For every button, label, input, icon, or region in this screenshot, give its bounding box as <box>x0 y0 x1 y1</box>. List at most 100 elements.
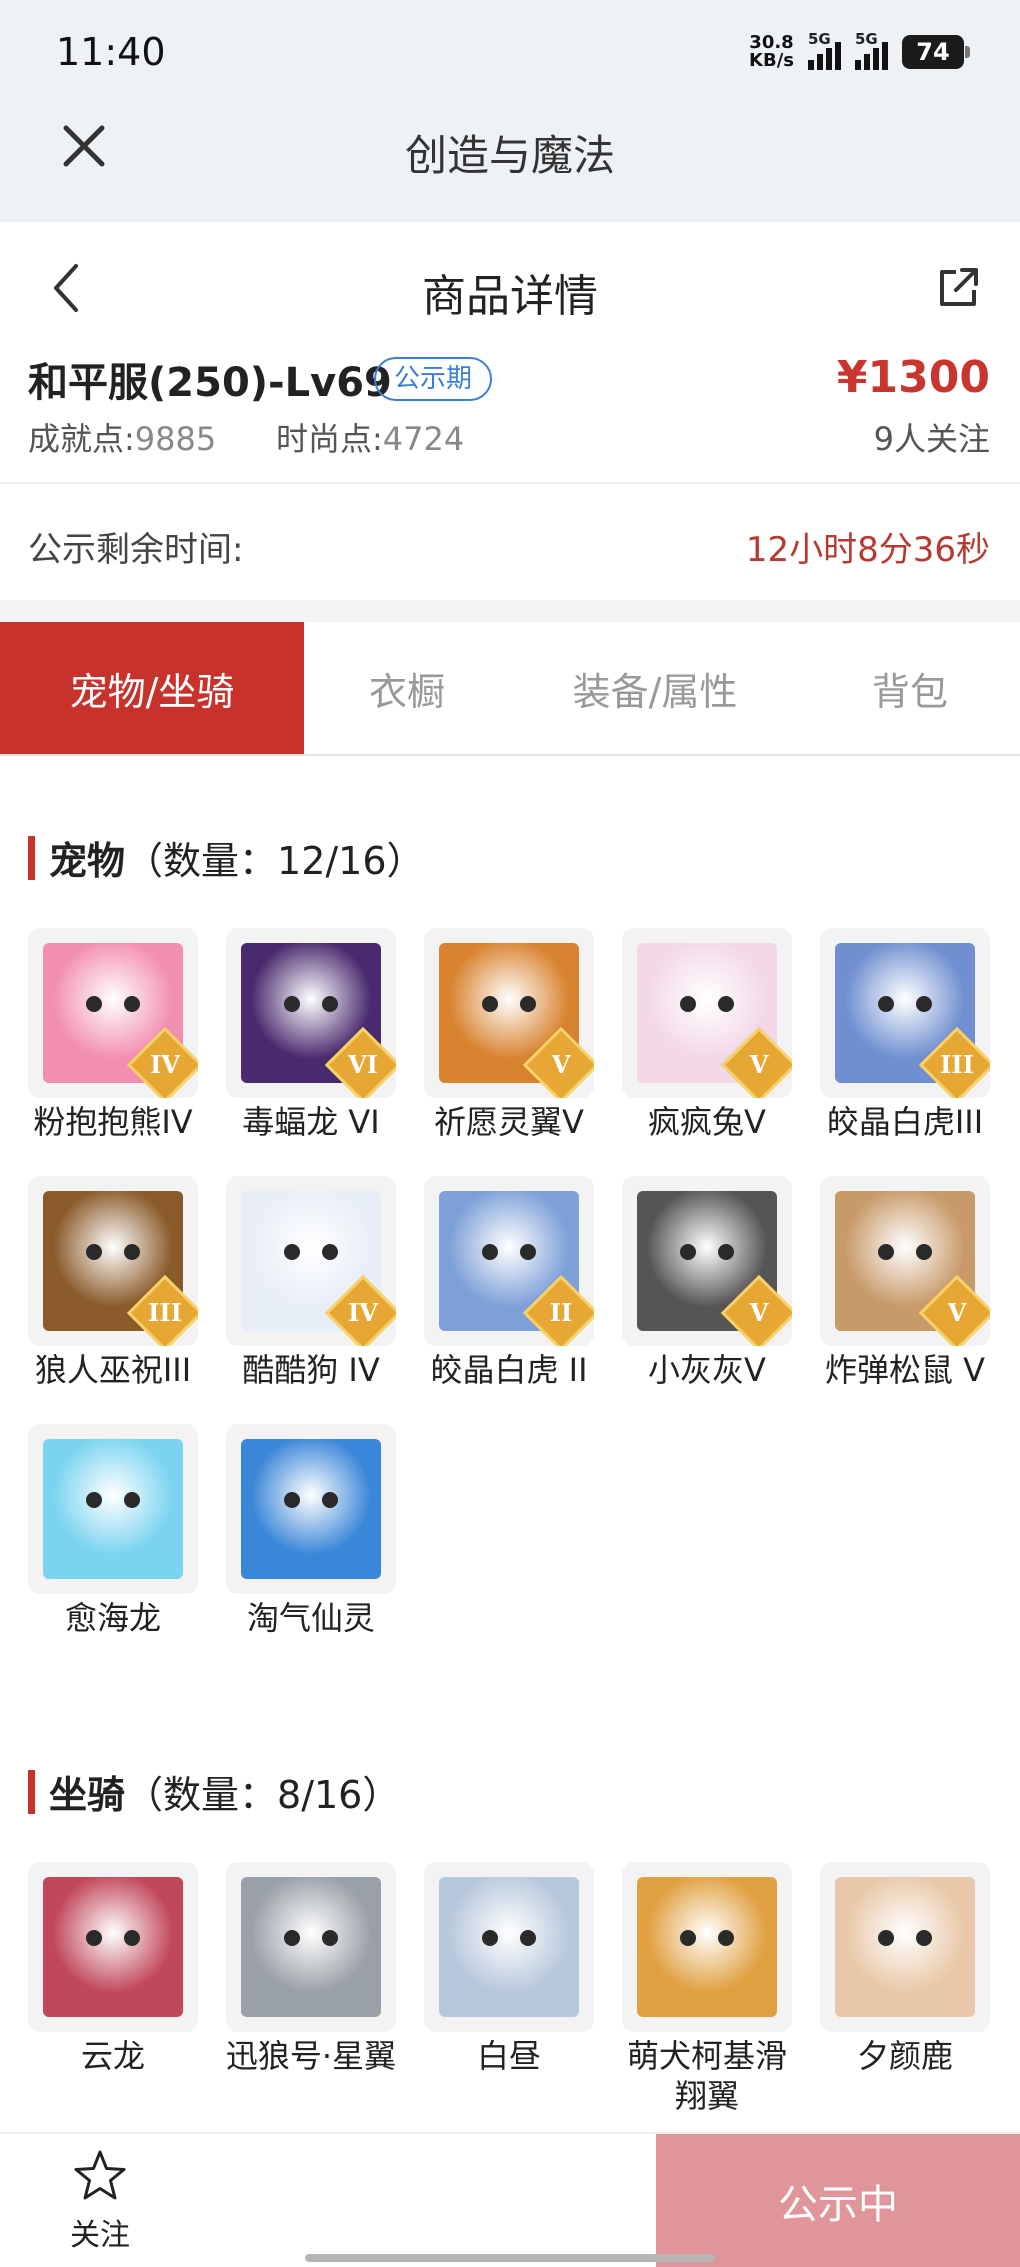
achievement-value: 9885 <box>134 420 217 458</box>
tab-backpack[interactable]: 背包 <box>800 622 1020 754</box>
mounts-title: 坐骑 <box>49 1773 126 1817</box>
item-thumbnail[interactable]: III <box>28 1176 198 1346</box>
pets-title: 宠物 <box>49 839 126 883</box>
item-thumbnail[interactable] <box>424 1862 594 2032</box>
grid-item[interactable]: III 狼人巫祝III <box>28 1176 198 1390</box>
item-thumbnail[interactable]: V <box>622 1176 792 1346</box>
grid-item[interactable]: V 祈愿灵翼V <box>424 928 594 1142</box>
notice-remaining-label: 公示剩余时间: <box>28 530 244 570</box>
grid-item[interactable]: V 疯疯兔V <box>622 928 792 1142</box>
item-name: 酷酷狗 IV <box>242 1351 380 1389</box>
share-button[interactable] <box>934 264 982 312</box>
item-name: 狼人巫祝III <box>34 1351 192 1389</box>
item-thumbnail[interactable]: VI <box>226 928 396 1098</box>
follower-count: 9人关注 <box>873 420 990 458</box>
item-image-face <box>78 1486 148 1528</box>
network-speed-unit: KB/s <box>749 50 794 71</box>
item-thumbnail[interactable]: V <box>424 928 594 1098</box>
signal-icon-2: 5G <box>855 30 888 70</box>
item-thumbnail[interactable]: IV <box>226 1176 396 1346</box>
item-image-face <box>78 1924 148 1966</box>
rank-label: II <box>549 1298 573 1327</box>
tab-equipment[interactable]: 装备/属性 <box>510 622 800 754</box>
item-image-face <box>474 1238 544 1280</box>
item-name: 淘气仙灵 <box>246 1599 375 1637</box>
item-name: 粉抱抱熊IV <box>33 1103 193 1141</box>
tab-pets-mounts[interactable]: 宠物/坐骑 <box>0 622 304 754</box>
product-price: ¥1300 <box>836 352 990 403</box>
item-name: 皎晶白虎 II <box>430 1351 588 1389</box>
grid-item[interactable]: II 皎晶白虎 II <box>424 1176 594 1390</box>
item-name: 祈愿灵翼V <box>434 1103 584 1141</box>
grid-item[interactable]: 迅狼号·星翼 <box>226 1862 396 2116</box>
grid-item[interactable]: 愈海龙 <box>28 1424 198 1638</box>
tab-wardrobe[interactable]: 衣橱 <box>304 622 510 754</box>
rank-label: IV <box>150 1050 180 1079</box>
item-image-face <box>870 1238 940 1280</box>
item-image-face <box>870 1924 940 1966</box>
fashion-label: 时尚点: <box>276 420 383 458</box>
item-name: 夕颜鹿 <box>856 2037 953 2075</box>
pets-grid: IV 粉抱抱熊IV VI 毒蝠龙 VI V 祈愿灵翼V V 疯疯兔V III 皎晶白虎III III… <box>28 928 992 1638</box>
grid-item[interactable]: V 炸弹松鼠 V <box>820 1176 990 1390</box>
grid-item[interactable]: 白昼 <box>424 1862 594 2116</box>
grid-item[interactable]: VI 毒蝠龙 VI <box>226 928 396 1142</box>
rank-label: III <box>148 1298 182 1327</box>
divider <box>0 482 1020 484</box>
grid-item[interactable]: 淘气仙灵 <box>226 1424 396 1638</box>
notice-remaining-value: 12小时8分36秒 <box>745 530 990 570</box>
status-time: 11:40 <box>56 30 166 74</box>
follow-button[interactable]: 关注 <box>40 2148 160 2254</box>
item-thumbnail[interactable]: III <box>820 928 990 1098</box>
achievement-points: 成就点:9885 <box>28 414 216 460</box>
item-image-face <box>78 990 148 1032</box>
item-thumbnail[interactable] <box>28 1862 198 2032</box>
item-thumbnail[interactable]: II <box>424 1176 594 1346</box>
mounts-count: （数量：8/16） <box>125 1773 401 1817</box>
item-thumbnail[interactable] <box>28 1424 198 1594</box>
grid-item[interactable]: 萌犬柯基滑翔翼 <box>622 1862 792 2116</box>
battery-icon: 74 <box>902 35 970 69</box>
grid-item[interactable]: IV 酷酷狗 IV <box>226 1176 396 1390</box>
item-name: 皎晶白虎III <box>826 1103 984 1141</box>
item-image-face <box>276 1486 346 1528</box>
status-icons: 30.8 KB/s 5G 5G 74 <box>749 30 970 74</box>
item-name: 迅狼号·星翼 <box>225 2037 397 2075</box>
item-image-face <box>276 1238 346 1280</box>
section-marker <box>28 1769 35 1814</box>
item-image-face <box>276 990 346 1032</box>
pets-count: （数量：12/16） <box>125 839 425 883</box>
app-title: 创造与魔法 <box>404 131 615 180</box>
grid-item[interactable]: III 皎晶白虎III <box>820 928 990 1142</box>
home-indicator[interactable] <box>305 2254 715 2262</box>
rank-label: VI <box>348 1050 378 1079</box>
item-thumbnail[interactable]: V <box>622 928 792 1098</box>
grid-item[interactable]: IV 粉抱抱熊IV <box>28 928 198 1142</box>
item-name: 萌犬柯基滑翔翼 <box>626 2037 787 2115</box>
grid-item[interactable]: 云龙 <box>28 1862 198 2116</box>
item-image-face <box>474 990 544 1032</box>
follow-label: 关注 <box>70 2218 130 2253</box>
item-thumbnail[interactable] <box>622 1862 792 2032</box>
item-thumbnail[interactable]: IV <box>28 928 198 1098</box>
pets-section-title: 宠物 （数量：12/16） <box>28 830 425 885</box>
page-title: 商品详情 <box>422 271 598 322</box>
item-image-face <box>78 1238 148 1280</box>
item-thumbnail[interactable] <box>226 1862 396 2032</box>
item-name: 毒蝠龙 VI <box>242 1103 380 1141</box>
grid-item[interactable]: 夕颜鹿 <box>820 1862 990 2116</box>
item-thumbnail[interactable] <box>226 1424 396 1594</box>
network-speed: 30.8 KB/s <box>749 34 794 70</box>
item-thumbnail[interactable] <box>820 1862 990 2032</box>
item-name: 炸弹松鼠 V <box>824 1351 986 1389</box>
rank-label: V <box>749 1298 769 1327</box>
item-image-face <box>672 990 742 1032</box>
item-thumbnail[interactable]: V <box>820 1176 990 1346</box>
star-icon <box>74 2150 126 2200</box>
publicity-button[interactable]: 公示中 <box>656 2134 1020 2267</box>
signal-icon: 5G <box>808 30 841 70</box>
item-name: 愈海龙 <box>64 1599 161 1637</box>
rank-label: V <box>749 1050 769 1079</box>
item-name: 云龙 <box>80 2037 145 2075</box>
grid-item[interactable]: V 小灰灰V <box>622 1176 792 1390</box>
